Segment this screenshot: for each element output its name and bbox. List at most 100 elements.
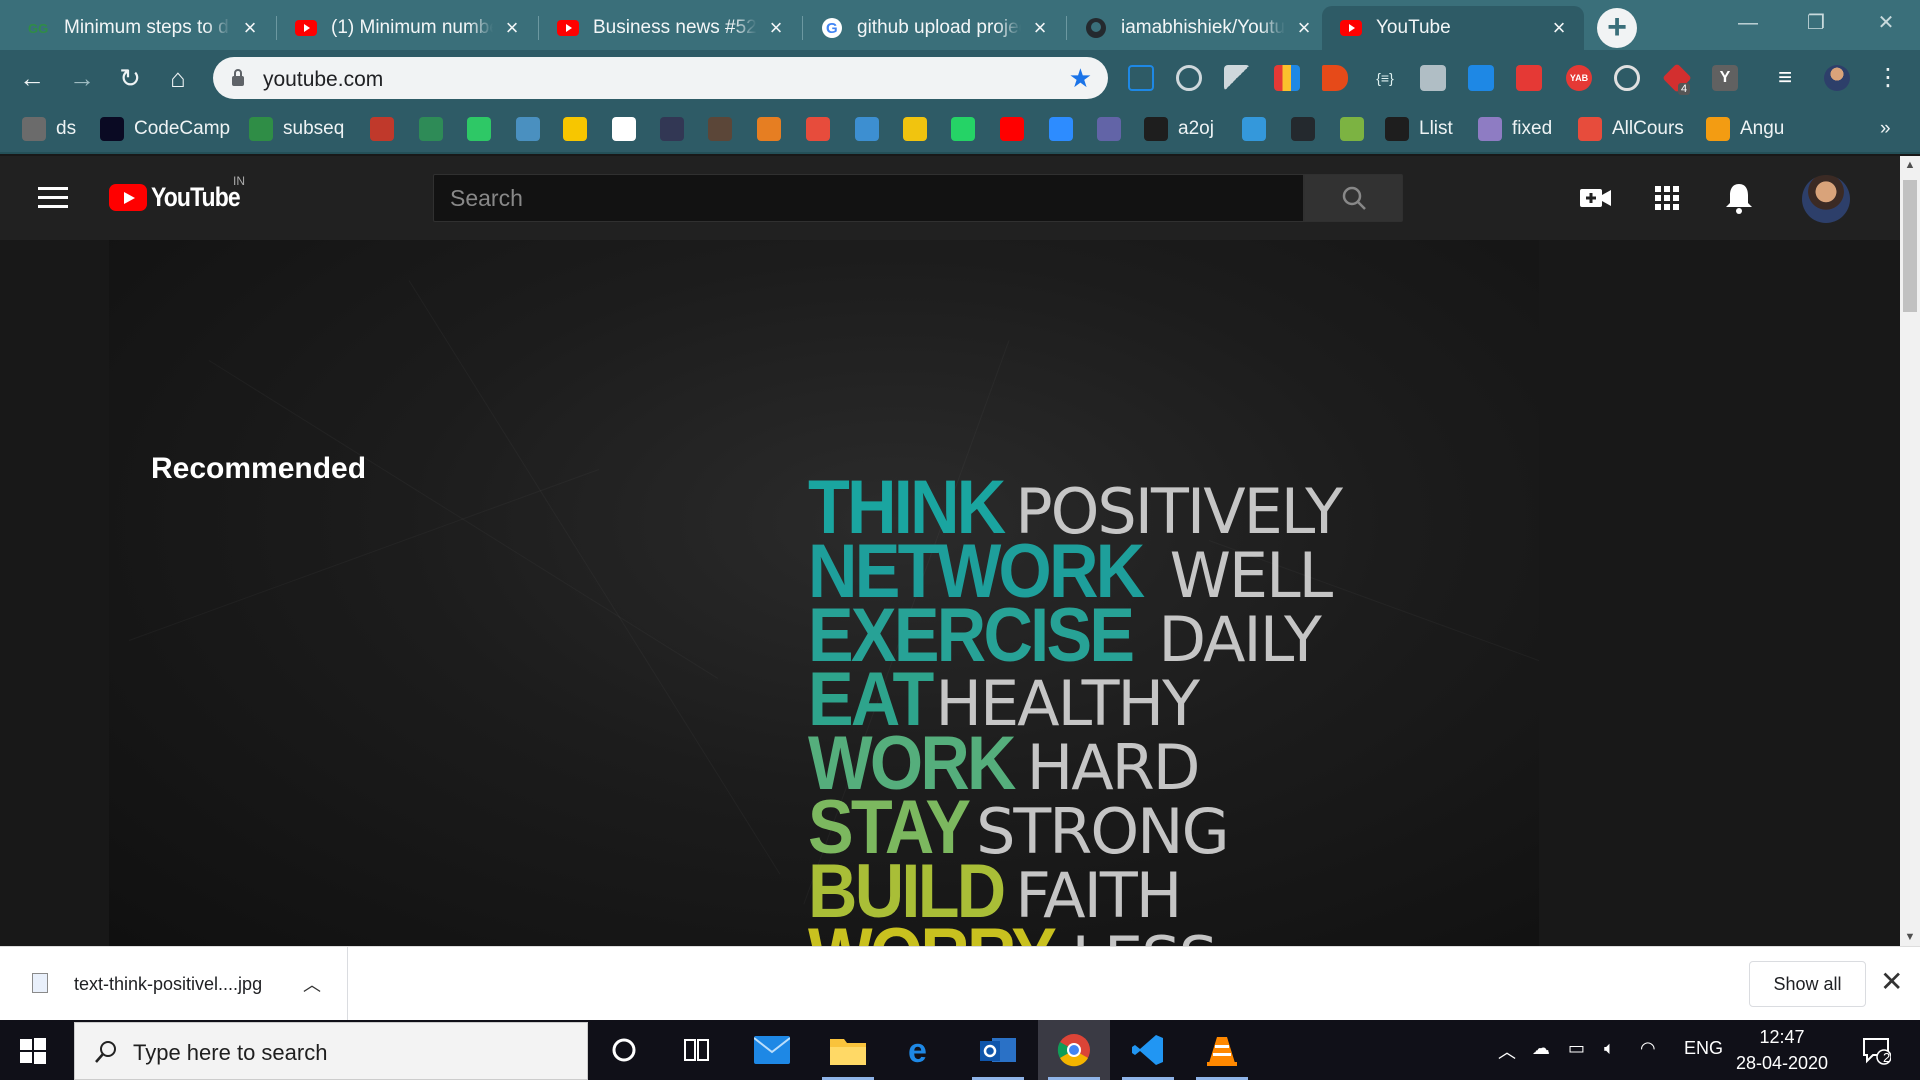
reload-icon[interactable]: ↻ xyxy=(112,60,148,96)
scrollbar-thumb[interactable] xyxy=(1903,180,1917,312)
search-input[interactable] xyxy=(434,175,1303,221)
action-center-icon[interactable]: 2 xyxy=(1846,1020,1906,1080)
chrome-icon[interactable] xyxy=(1038,1020,1110,1080)
bookmark-item[interactable] xyxy=(1097,116,1131,142)
translate-extension-icon[interactable] xyxy=(1420,65,1446,91)
show-all-button[interactable]: Show all xyxy=(1749,961,1866,1007)
chevron-up-icon[interactable]: ︿ xyxy=(303,971,321,997)
browser-tab-active[interactable]: YouTube × xyxy=(1322,6,1584,50)
bookmark-item[interactable] xyxy=(1340,116,1374,142)
bookmark-item[interactable] xyxy=(708,116,742,142)
bookmark-item[interactable] xyxy=(612,116,646,142)
download-item[interactable]: text-think-positivel....jpg ︿ xyxy=(0,947,348,1021)
windows-start-icon[interactable] xyxy=(20,1038,46,1064)
bookmarks-overflow-button[interactable]: » xyxy=(1880,116,1891,142)
notifications-bell-icon[interactable] xyxy=(1721,180,1757,216)
hamburger-menu-icon[interactable] xyxy=(38,187,68,209)
create-video-icon[interactable] xyxy=(1578,180,1614,216)
cortana-icon[interactable] xyxy=(588,1020,660,1080)
bookmark-star-icon[interactable]: ★ xyxy=(1069,63,1092,94)
browser-tab[interactable]: G github upload projec × xyxy=(803,6,1065,50)
bookmark-ds[interactable]: ds xyxy=(22,116,76,142)
close-window-icon[interactable]: ✕ xyxy=(1866,6,1906,40)
media-control-icon[interactable]: ≡ xyxy=(1778,65,1804,91)
bookmark-allcours[interactable]: AllCours xyxy=(1578,116,1684,142)
bookmark-item[interactable] xyxy=(1291,116,1325,142)
restore-icon[interactable]: ❐ xyxy=(1796,6,1836,40)
avatar[interactable] xyxy=(1802,175,1850,223)
bookmark-fixed[interactable]: fixed xyxy=(1478,116,1552,142)
close-icon[interactable]: × xyxy=(239,17,261,39)
edge-browser-icon[interactable]: e xyxy=(886,1020,958,1080)
bookmark-item[interactable] xyxy=(757,116,791,142)
back-arrow-icon[interactable]: ← xyxy=(14,60,50,96)
file-explorer-icon[interactable] xyxy=(812,1020,884,1080)
bookmark-item[interactable] xyxy=(370,116,404,142)
bookmark-item[interactable] xyxy=(951,116,985,142)
profile-avatar[interactable] xyxy=(1824,65,1850,91)
bookmark-codecamp[interactable]: CodeCamp xyxy=(100,116,230,142)
bookmark-item[interactable] xyxy=(855,116,889,142)
close-icon[interactable]: × xyxy=(1293,17,1315,39)
yab-extension-icon[interactable]: YAB xyxy=(1566,65,1592,91)
search-button[interactable] xyxy=(1304,174,1403,222)
bookmark-item[interactable] xyxy=(660,116,694,142)
close-icon[interactable]: × xyxy=(1548,17,1570,39)
close-icon[interactable]: × xyxy=(1029,17,1051,39)
close-icon[interactable]: × xyxy=(501,17,523,39)
bookmark-item[interactable] xyxy=(1242,116,1276,142)
json-extension-icon[interactable]: {≡} xyxy=(1372,65,1398,91)
browser-tab[interactable]: (1) Minimum numbe × xyxy=(277,6,537,50)
bookmark-subseq[interactable]: subseq xyxy=(249,116,344,142)
record-extension-icon[interactable] xyxy=(1176,65,1202,91)
taskbar-clock[interactable]: 12:47 28-04-2020 xyxy=(1728,1024,1836,1076)
at-extension-icon[interactable] xyxy=(1614,65,1640,91)
new-tab-button[interactable]: + xyxy=(1597,8,1637,48)
wifi-icon[interactable]: ◠ xyxy=(1640,1038,1656,1059)
outlook-icon[interactable] xyxy=(962,1020,1034,1080)
close-icon[interactable]: ✕ xyxy=(1880,965,1903,998)
bookmark-a2oj[interactable]: a2oj xyxy=(1144,116,1214,142)
vscode-icon[interactable] xyxy=(1112,1020,1184,1080)
youtube-logo[interactable]: YouTube IN xyxy=(109,174,255,213)
megaphone-extension-icon[interactable] xyxy=(1322,65,1348,91)
bookmark-item[interactable] xyxy=(806,116,840,142)
browser-tab[interactable]: GG Minimum steps to d × xyxy=(10,6,275,50)
menu-kebab-icon[interactable]: ⋮ xyxy=(1870,60,1906,96)
page-scrollbar[interactable]: ▲ ▼ xyxy=(1900,156,1920,946)
browser-tab[interactable]: iamabhishiek/Youtul × xyxy=(1067,6,1329,50)
bookmark-item[interactable] xyxy=(516,116,550,142)
language-indicator[interactable]: ENG xyxy=(1684,1038,1723,1059)
home-icon[interactable]: ⌂ xyxy=(160,60,196,96)
taskbar-search-box[interactable]: Type here to search xyxy=(74,1022,588,1080)
eyedropper-extension-icon[interactable] xyxy=(1224,65,1250,91)
bookmark-item[interactable] xyxy=(1049,116,1083,142)
scroll-up-arrow-icon[interactable]: ▲ xyxy=(1900,156,1920,174)
scroll-down-arrow-icon[interactable]: ▼ xyxy=(1900,928,1920,946)
bookmark-angu[interactable]: Angu xyxy=(1706,116,1784,142)
close-icon[interactable]: × xyxy=(765,17,787,39)
forward-arrow-icon[interactable]: → xyxy=(64,60,100,96)
volume-icon[interactable]: 🔈︎ xyxy=(1604,1038,1615,1059)
bookmark-item[interactable] xyxy=(467,116,501,142)
video-extension-icon[interactable] xyxy=(1516,65,1542,91)
bookmark-item[interactable] xyxy=(563,116,597,142)
minimize-icon[interactable]: — xyxy=(1728,6,1768,40)
chevron-up-icon[interactable]: ︿ xyxy=(1498,1038,1516,1064)
apps-grid-icon[interactable] xyxy=(1649,180,1685,216)
vlc-icon[interactable] xyxy=(1186,1020,1258,1080)
task-view-icon[interactable] xyxy=(660,1020,732,1080)
bookmark-item[interactable] xyxy=(1000,116,1034,142)
y-extension-icon[interactable]: Y xyxy=(1712,65,1738,91)
browser-tab[interactable]: Business news #52 | × xyxy=(539,6,801,50)
battery-icon[interactable]: ▭ xyxy=(1568,1038,1585,1059)
bookmark-llist[interactable]: Llist xyxy=(1385,116,1453,142)
bookmark-item[interactable] xyxy=(419,116,453,142)
search-box[interactable] xyxy=(433,174,1304,222)
bookmark-item[interactable] xyxy=(903,116,937,142)
color-extension-icon[interactable] xyxy=(1274,65,1300,91)
crop-extension-icon[interactable] xyxy=(1128,65,1154,91)
download-extension-icon[interactable] xyxy=(1468,65,1494,91)
address-bar[interactable]: youtube.com ★ xyxy=(213,57,1108,99)
onedrive-cloud-icon[interactable]: ☁ xyxy=(1532,1038,1550,1059)
